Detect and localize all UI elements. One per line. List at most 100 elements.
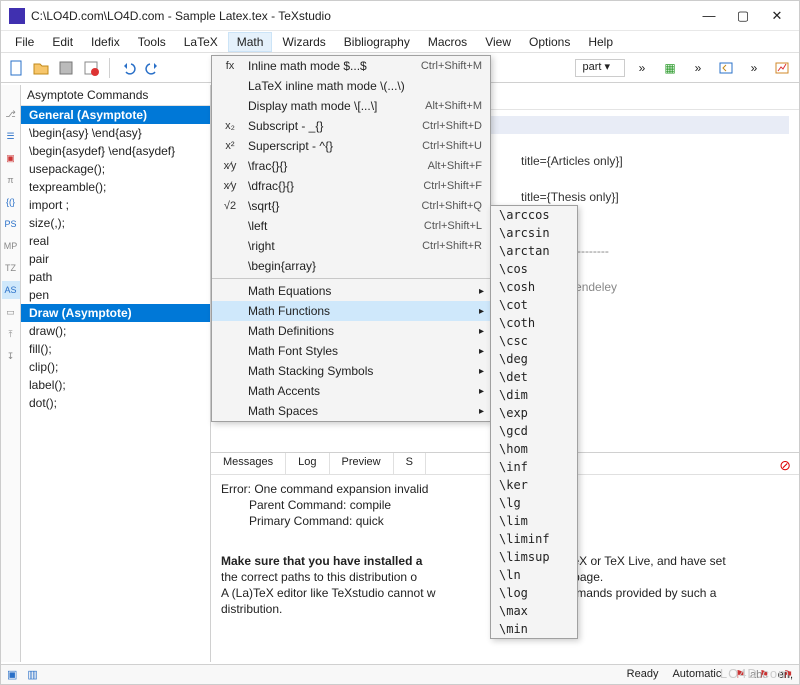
math-submenu-item[interactable]: Math Spaces▸ <box>212 401 490 421</box>
open-button[interactable] <box>30 57 52 79</box>
math-menu-item[interactable]: x₂Subscript - _{}Ctrl+Shift+D <box>212 116 490 136</box>
close-doc-button[interactable] <box>80 57 102 79</box>
menu-wizards[interactable]: Wizards <box>274 33 333 51</box>
math-function-item[interactable]: \arctan <box>491 242 577 260</box>
math-function-item[interactable]: \cos <box>491 260 577 278</box>
section-select[interactable]: part ▾ <box>575 59 625 77</box>
prev-button[interactable] <box>715 57 737 79</box>
math-function-item[interactable]: \log <box>491 584 577 602</box>
save-button[interactable] <box>55 57 77 79</box>
math-function-item[interactable]: \limsup <box>491 548 577 566</box>
math-menu-item[interactable]: \leftCtrl+Shift+L <box>212 216 490 236</box>
sb-auto[interactable]: Automatic <box>672 668 721 681</box>
sb-flag-3[interactable]: ⚑ <box>783 668 793 681</box>
maximize-button[interactable]: ▢ <box>735 8 751 24</box>
math-submenu-item[interactable]: Math Functions▸ <box>212 301 490 321</box>
command-item[interactable]: size(,); <box>21 214 210 232</box>
ic-3[interactable]: π <box>2 171 20 189</box>
sb-layout-icon[interactable]: ▥ <box>27 668 37 681</box>
command-item[interactable]: label(); <box>21 376 210 394</box>
error-close-icon[interactable]: ⊘ <box>779 457 791 474</box>
math-function-item[interactable]: \arccos <box>491 206 577 224</box>
menu-bibliography[interactable]: Bibliography <box>336 33 418 51</box>
menu-latex[interactable]: LaTeX <box>176 33 226 51</box>
math-function-item[interactable]: \det <box>491 368 577 386</box>
math-function-item[interactable]: \max <box>491 602 577 620</box>
table-button[interactable]: ▦ <box>659 57 681 79</box>
math-submenu-item[interactable]: Math Definitions▸ <box>212 321 490 341</box>
sb-flag-2[interactable]: ⚑ <box>759 668 769 681</box>
ic-8[interactable]: AS <box>2 281 20 299</box>
msg-tab-log[interactable]: Log <box>286 453 329 474</box>
math-menu-item[interactable]: Display math mode \[...\]Alt+Shift+M <box>212 96 490 116</box>
msg-tab-s[interactable]: S <box>394 453 426 474</box>
command-item[interactable]: fill(); <box>21 340 210 358</box>
menu-tools[interactable]: Tools <box>130 33 174 51</box>
math-function-item[interactable]: \arcsin <box>491 224 577 242</box>
ic-0[interactable]: ⎇ <box>2 105 20 123</box>
go2-button[interactable]: » <box>687 57 709 79</box>
ic-11[interactable]: ↧ <box>2 347 20 365</box>
msg-tab-messages[interactable]: Messages <box>211 453 286 474</box>
math-function-item[interactable]: \dim <box>491 386 577 404</box>
math-function-item[interactable]: \ker <box>491 476 577 494</box>
math-function-item[interactable]: \hom <box>491 440 577 458</box>
next-button[interactable]: » <box>743 57 765 79</box>
undo-button[interactable] <box>117 57 139 79</box>
command-item[interactable]: path <box>21 268 210 286</box>
go-button[interactable]: » <box>631 57 653 79</box>
math-function-item[interactable]: \deg <box>491 350 577 368</box>
command-item[interactable]: pen <box>21 286 210 304</box>
menu-view[interactable]: View <box>477 33 519 51</box>
command-item[interactable]: texpreamble(); <box>21 178 210 196</box>
chart-button[interactable] <box>771 57 793 79</box>
close-button[interactable]: ✕ <box>769 8 785 24</box>
math-submenu-item[interactable]: Math Accents▸ <box>212 381 490 401</box>
command-item[interactable]: \begin{asydef} \end{asydef} <box>21 142 210 160</box>
menu-edit[interactable]: Edit <box>44 33 81 51</box>
math-function-item[interactable]: \cot <box>491 296 577 314</box>
math-function-item[interactable]: \csc <box>491 332 577 350</box>
math-function-item[interactable]: \coth <box>491 314 577 332</box>
math-submenu-item[interactable]: Math Font Styles▸ <box>212 341 490 361</box>
math-menu-item[interactable]: \begin{array} <box>212 256 490 276</box>
math-function-item[interactable]: \cosh <box>491 278 577 296</box>
math-menu-item[interactable]: x⁄y\dfrac{}{}Ctrl+Shift+F <box>212 176 490 196</box>
command-item[interactable]: import ; <box>21 196 210 214</box>
menu-file[interactable]: File <box>7 33 42 51</box>
math-function-item[interactable]: \exp <box>491 404 577 422</box>
math-function-item[interactable]: \gcd <box>491 422 577 440</box>
minimize-button[interactable]: — <box>701 8 717 24</box>
math-menu-item[interactable]: x²Superscript - ^{}Ctrl+Shift+U <box>212 136 490 156</box>
command-item[interactable]: Draw (Asymptote) <box>21 304 210 322</box>
ic-10[interactable]: ⤒ <box>2 325 20 343</box>
math-function-item[interactable]: \lg <box>491 494 577 512</box>
msg-tab-preview[interactable]: Preview <box>330 453 394 474</box>
sb-collapse-icon[interactable]: ▣ <box>7 668 17 681</box>
math-function-item[interactable]: \liminf <box>491 530 577 548</box>
math-function-item[interactable]: \ln <box>491 566 577 584</box>
menu-help[interactable]: Help <box>580 33 621 51</box>
ic-1[interactable]: ☰ <box>2 127 20 145</box>
new-button[interactable] <box>5 57 27 79</box>
ic-4[interactable]: {(} <box>2 193 20 211</box>
command-item[interactable]: dot(); <box>21 394 210 412</box>
command-item[interactable]: \begin{asy} \end{asy} <box>21 124 210 142</box>
command-item[interactable]: usepackage(); <box>21 160 210 178</box>
menu-idefix[interactable]: Idefix <box>83 33 128 51</box>
command-item[interactable]: draw(); <box>21 322 210 340</box>
ic-6[interactable]: MP <box>2 237 20 255</box>
menu-options[interactable]: Options <box>521 33 578 51</box>
menu-math[interactable]: Math <box>228 32 273 52</box>
ic-7[interactable]: TZ <box>2 259 20 277</box>
command-item[interactable]: pair <box>21 250 210 268</box>
math-submenu-item[interactable]: Math Equations▸ <box>212 281 490 301</box>
math-menu-item[interactable]: \rightCtrl+Shift+R <box>212 236 490 256</box>
math-menu-item[interactable]: x⁄y\frac{}{}Alt+Shift+F <box>212 156 490 176</box>
redo-button[interactable] <box>142 57 164 79</box>
math-menu-item[interactable]: LaTeX inline math mode \(...\) <box>212 76 490 96</box>
ic-5[interactable]: PS <box>2 215 20 233</box>
ic-9[interactable]: ▭ <box>2 303 20 321</box>
command-item[interactable]: clip(); <box>21 358 210 376</box>
sb-flag-1[interactable]: ⚑ <box>735 668 745 681</box>
